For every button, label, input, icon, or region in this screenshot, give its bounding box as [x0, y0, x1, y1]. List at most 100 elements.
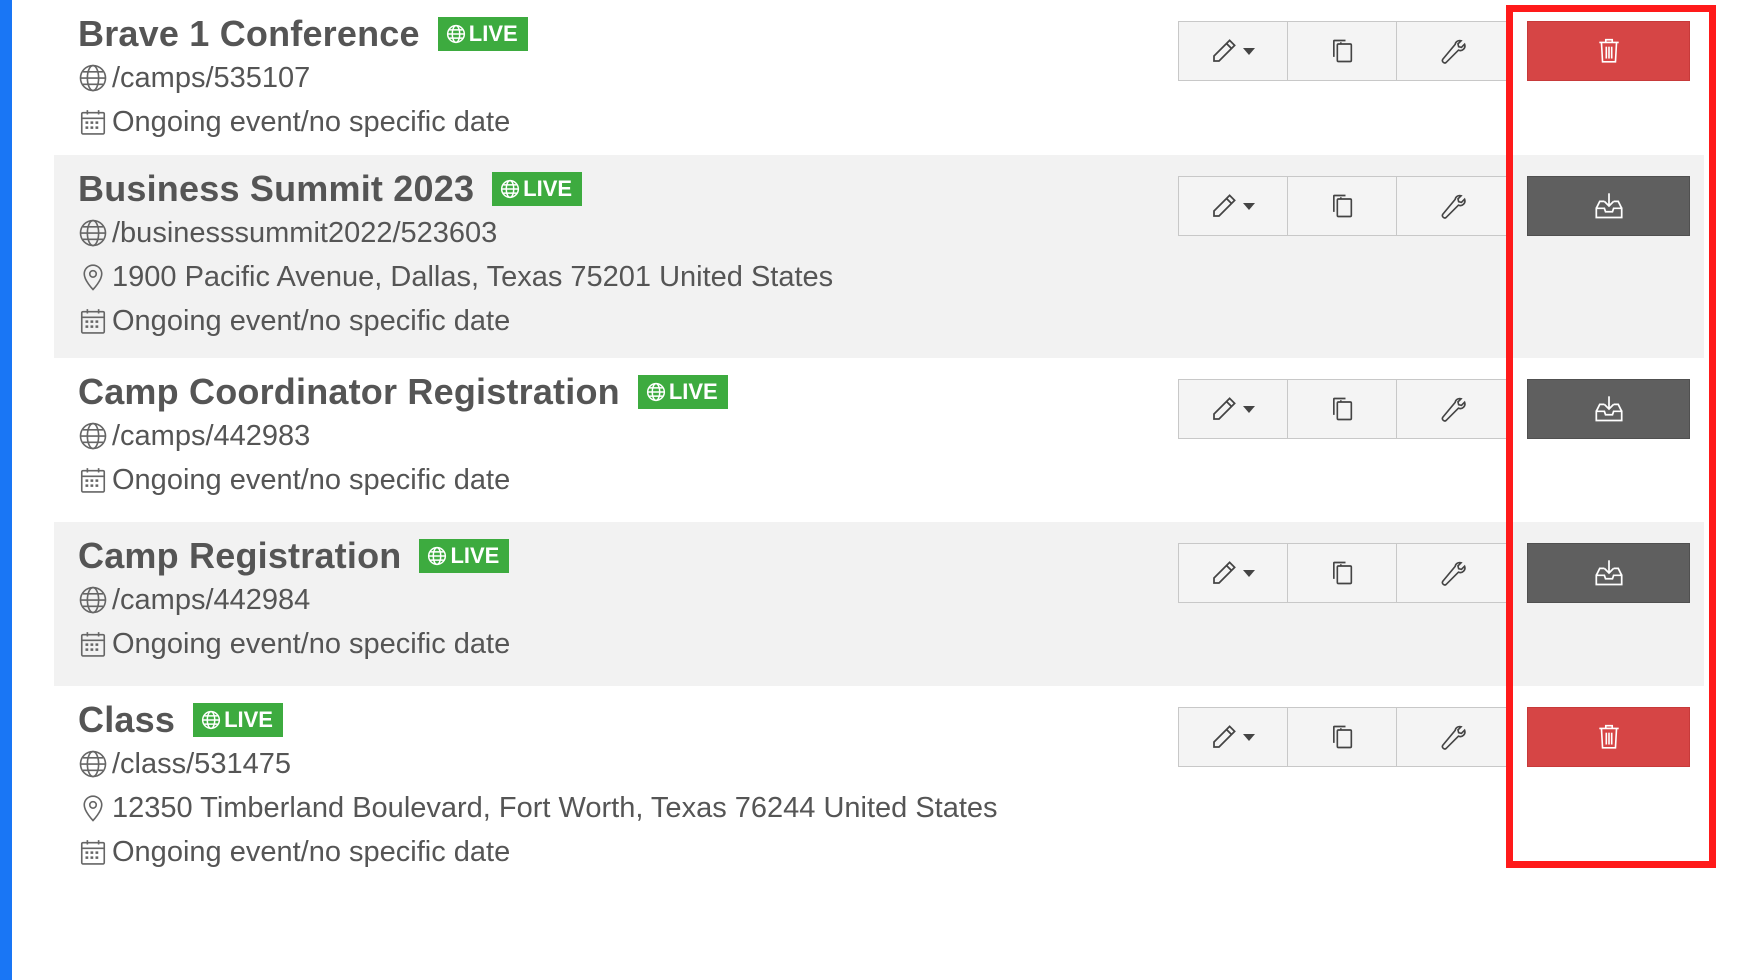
copy-button[interactable] [1288, 708, 1397, 766]
event-button-group [1178, 707, 1507, 767]
event-list-page: Brave 1 Conference LIVE /camps/535107 On… [0, 0, 1742, 980]
calendar-icon [80, 632, 106, 657]
delete-button[interactable] [1527, 707, 1690, 767]
event-date-line: Ongoing event/no specific date [78, 299, 1704, 343]
map-pin-icon [83, 264, 103, 291]
settings-button[interactable] [1397, 177, 1506, 235]
copy-button[interactable] [1288, 22, 1397, 80]
event-title[interactable]: Brave 1 Conference [78, 13, 420, 55]
copy-icon [1333, 561, 1353, 585]
live-badge-label: LIVE [450, 543, 500, 568]
calendar-icon [80, 309, 106, 334]
edit-dropdown-button[interactable] [1179, 177, 1288, 235]
event-date: Ongoing event/no specific date [112, 627, 511, 660]
event-path[interactable]: /camps/442983 [112, 420, 310, 453]
pencil-icon [1213, 397, 1236, 420]
wrench-icon [1441, 561, 1466, 586]
globe-icon [446, 24, 465, 44]
caret-down-icon [1243, 48, 1255, 55]
event-row: Camp Coordinator Registration LIVE /camp… [54, 358, 1704, 522]
copy-icon [1333, 194, 1353, 218]
event-title[interactable]: Camp Coordinator Registration [78, 371, 620, 413]
map-pin-icon [83, 795, 103, 822]
live-badge-label: LIVE [523, 176, 573, 201]
caret-down-icon [1243, 203, 1255, 210]
event-title[interactable]: Class [78, 699, 175, 741]
trash-icon [1598, 38, 1619, 63]
copy-button[interactable] [1288, 380, 1397, 438]
calendar-icon [80, 468, 106, 493]
copy-icon [1333, 725, 1353, 749]
download-button[interactable] [1527, 379, 1690, 439]
settings-button[interactable] [1397, 708, 1506, 766]
caret-down-icon [1243, 570, 1255, 577]
event-address: 1900 Pacific Avenue, Dallas, Texas 75201… [112, 260, 834, 293]
globe-icon [79, 64, 107, 92]
event-title[interactable]: Business Summit 2023 [78, 168, 474, 210]
live-badge: LIVE [419, 539, 510, 573]
event-date: Ongoing event/no specific date [112, 105, 511, 138]
delete-button[interactable] [1527, 21, 1690, 81]
edit-dropdown-button[interactable] [1179, 22, 1288, 80]
globe-icon [201, 710, 221, 730]
calendar-icon [80, 110, 106, 135]
live-badge-label: LIVE [468, 21, 518, 46]
event-date: Ongoing event/no specific date [112, 835, 511, 868]
event-row: Camp Registration LIVE /camps/442984 Ong… [54, 522, 1704, 686]
event-button-group [1178, 21, 1507, 81]
globe-icon [428, 546, 447, 566]
event-row: Brave 1 Conference LIVE /camps/535107 On… [54, 0, 1704, 155]
globe-icon [501, 179, 520, 199]
globe-icon [646, 382, 665, 402]
pencil-icon [1213, 194, 1236, 217]
edit-dropdown-button[interactable] [1179, 708, 1288, 766]
live-badge-label: LIVE [668, 379, 718, 404]
live-badge: LIVE [193, 703, 283, 737]
event-address-line: 12350 Timberland Boulevard, Fort Worth, … [78, 786, 1704, 830]
event-address: 12350 Timberland Boulevard, Fort Worth, … [112, 791, 998, 824]
download-icon [1594, 396, 1623, 422]
event-date: Ongoing event/no specific date [112, 304, 511, 337]
event-path[interactable]: /camps/535107 [112, 62, 310, 95]
copy-icon [1333, 39, 1353, 63]
event-button-group [1178, 379, 1507, 439]
download-icon [1594, 560, 1623, 586]
event-list: Brave 1 Conference LIVE /camps/535107 On… [54, 0, 1704, 880]
wrench-icon [1441, 725, 1466, 750]
download-icon [1594, 193, 1623, 219]
copy-button[interactable] [1288, 544, 1397, 602]
event-button-group [1178, 543, 1507, 603]
settings-button[interactable] [1397, 22, 1506, 80]
settings-button[interactable] [1397, 544, 1506, 602]
calendar-icon [80, 840, 106, 865]
globe-icon [79, 750, 107, 778]
caret-down-icon [1243, 406, 1255, 413]
copy-icon [1333, 397, 1353, 421]
edit-dropdown-button[interactable] [1179, 544, 1288, 602]
live-badge: LIVE [492, 172, 583, 206]
event-date-line: Ongoing event/no specific date [78, 100, 1704, 144]
pencil-icon [1213, 725, 1236, 748]
event-path[interactable]: /businesssummit2022/523603 [112, 217, 497, 250]
copy-button[interactable] [1288, 177, 1397, 235]
event-row: Business Summit 2023 LIVE /businesssummi… [54, 155, 1704, 358]
event-path[interactable]: /camps/442984 [112, 584, 310, 617]
pencil-icon [1213, 39, 1236, 62]
settings-button[interactable] [1397, 380, 1506, 438]
event-button-group [1178, 176, 1507, 236]
event-row: Class LIVE /class/531475 12350 Timberlan… [54, 686, 1704, 880]
event-date-line: Ongoing event/no specific date [78, 830, 1704, 874]
trash-icon [1598, 724, 1619, 749]
wrench-icon [1441, 39, 1466, 64]
edit-dropdown-button[interactable] [1179, 380, 1288, 438]
globe-icon [79, 586, 107, 614]
event-date-line: Ongoing event/no specific date [78, 458, 1704, 502]
globe-icon [79, 219, 107, 247]
event-title[interactable]: Camp Registration [78, 535, 401, 577]
event-address-line: 1900 Pacific Avenue, Dallas, Texas 75201… [78, 255, 1704, 299]
event-path[interactable]: /class/531475 [112, 748, 291, 781]
download-button[interactable] [1527, 176, 1690, 236]
download-button[interactable] [1527, 543, 1690, 603]
live-badge: LIVE [437, 17, 528, 51]
globe-icon [79, 422, 107, 450]
